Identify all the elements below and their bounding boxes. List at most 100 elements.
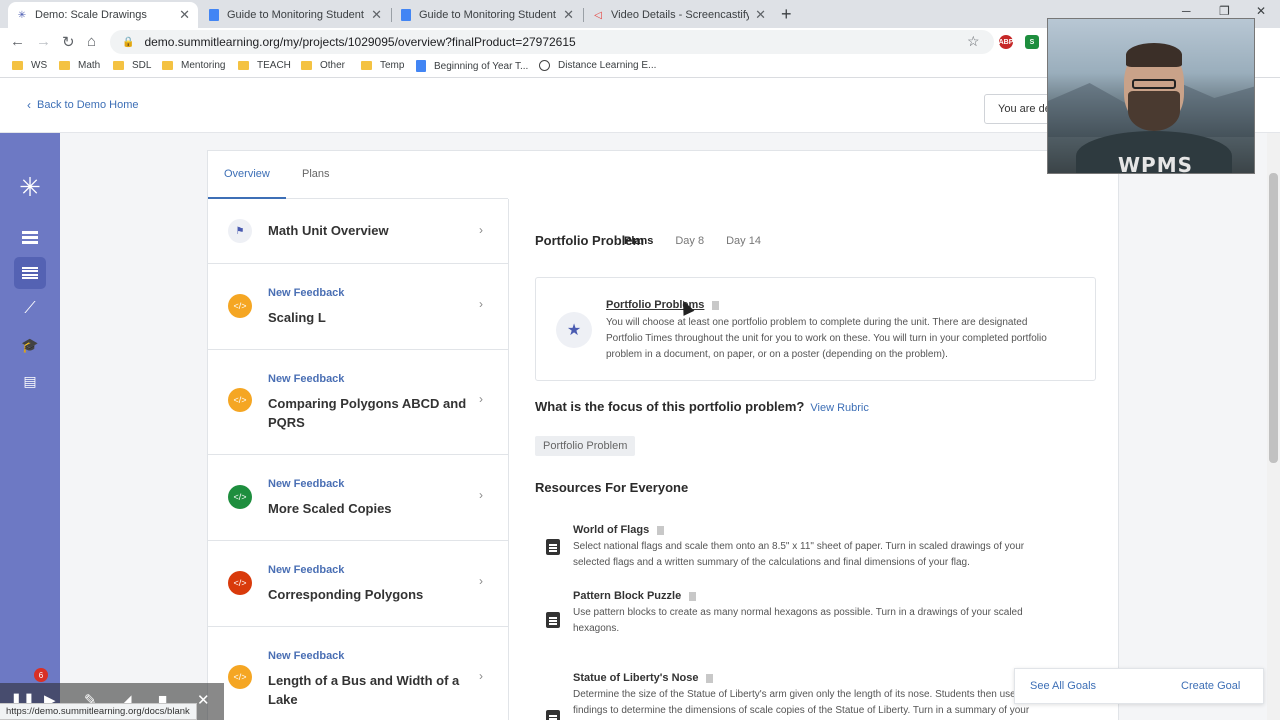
app-sidebar: ✳ ⟋ 🎓 ▤: [0, 133, 60, 720]
focus-area-chip: Portfolio Problem: [535, 436, 636, 456]
screencastify-icon: ◁: [594, 9, 602, 21]
home-icon[interactable]: ⌂: [87, 33, 96, 50]
browser-tab-3[interactable]: Guide to Monitoring Student Pro ✕: [392, 2, 582, 28]
folder-icon: [59, 61, 70, 70]
focus-heading: What is the focus of this portfolio prob…: [535, 399, 869, 414]
summit-asterisk-icon: ✳: [17, 9, 27, 21]
page-scrollbar[interactable]: [1267, 133, 1280, 720]
reload-icon[interactable]: ↻: [62, 33, 75, 51]
resources-heading: Resources For Everyone: [535, 480, 689, 495]
bookmark-math[interactable]: Math: [59, 60, 100, 71]
star-icon: ★: [556, 312, 592, 348]
close-tab-icon[interactable]: ✕: [755, 7, 766, 23]
clipboard-icon: [546, 612, 560, 628]
bookmark-star-icon[interactable]: ☆: [967, 33, 980, 50]
extension-s-icon[interactable]: S: [1025, 35, 1039, 49]
bookmark-mentoring[interactable]: Mentoring: [162, 60, 225, 71]
bookmark-teach[interactable]: TEACH: [238, 60, 291, 71]
bookmark-sdl[interactable]: SDL: [113, 60, 151, 71]
chevron-left-icon: ‹: [27, 98, 31, 112]
bookmark-distance-learning[interactable]: Distance Learning E...: [539, 60, 656, 71]
notification-badge: 6: [34, 668, 48, 682]
view-rubric-link[interactable]: View Rubric: [810, 402, 869, 414]
back-arrow-icon[interactable]: ←: [10, 33, 25, 50]
adblock-extension-icon[interactable]: ABP: [999, 35, 1013, 49]
new-feedback-badge: New Feedback: [268, 564, 345, 576]
browser-tab-4[interactable]: ◁ Video Details - Screencastify ✕: [584, 2, 774, 28]
code-icon: </>: [228, 294, 252, 318]
folder-icon: [113, 61, 124, 70]
minimize-icon[interactable]: ─: [1182, 4, 1191, 18]
portfolio-problems-link[interactable]: Portfolio Problems: [606, 299, 720, 311]
progress-trend-icon[interactable]: ⟋: [14, 293, 46, 325]
summit-logo-icon[interactable]: ✳: [14, 171, 46, 203]
restore-icon[interactable]: ❐: [1219, 4, 1230, 18]
bookmark-ws[interactable]: WS: [12, 60, 47, 71]
graduation-cap-icon[interactable]: 🎓: [14, 329, 46, 361]
close-tab-icon[interactable]: ✕: [563, 7, 574, 23]
document-icon: [712, 300, 720, 310]
folder-icon: [12, 61, 23, 70]
plan-tab-day-14[interactable]: Day 14: [726, 235, 761, 247]
chevron-right-icon: ›: [479, 574, 483, 588]
resource-link[interactable]: Statue of Liberty's Nose: [573, 672, 714, 684]
unit-list-item[interactable]: </> New Feedback Scaling L ›: [208, 264, 508, 350]
presenter-beard: [1128, 91, 1180, 131]
document-icon: [689, 591, 697, 601]
resource-link[interactable]: Pattern Block Puzzle: [573, 590, 697, 602]
back-to-demo-home-link[interactable]: ‹ Back to Demo Home: [27, 98, 138, 112]
project-card: Overview Plans ⚑ Math Unit Overview › </…: [207, 150, 1119, 720]
dashboard-icon[interactable]: [14, 221, 46, 253]
unit-list-item[interactable]: </> New Feedback Comparing Polygons ABCD…: [208, 350, 508, 455]
browser-tab-2[interactable]: Guide to Monitoring Student Pro ✕: [200, 2, 390, 28]
chevron-right-icon: ›: [479, 223, 483, 237]
library-icon[interactable]: ▤: [14, 365, 46, 397]
plan-tabs: Plans Day 8 Day 14: [624, 235, 761, 247]
tab-plans[interactable]: Plans: [302, 168, 330, 180]
code-icon: </>: [228, 571, 252, 595]
goals-bar: See All Goals Create Goal: [1014, 668, 1264, 704]
new-tab-button[interactable]: +: [781, 4, 792, 25]
presenter-hair: [1126, 43, 1182, 67]
chevron-right-icon: ›: [479, 392, 483, 406]
address-bar[interactable]: 🔒 demo.summitlearning.org/my/projects/10…: [110, 30, 994, 54]
unit-list-item[interactable]: ⚑ Math Unit Overview ›: [208, 199, 508, 264]
create-goal-link[interactable]: Create Goal: [1181, 680, 1240, 692]
flag-icon: ⚑: [228, 219, 252, 243]
new-feedback-badge: New Feedback: [268, 373, 345, 385]
projects-list-icon[interactable]: [14, 257, 46, 289]
plan-tab-day-8[interactable]: Day 8: [675, 235, 704, 247]
close-tab-icon[interactable]: ✕: [371, 7, 382, 23]
plan-tab-plans[interactable]: Plans: [624, 235, 653, 247]
project-tabs: Overview Plans: [208, 151, 508, 199]
shirt-text: WPMS: [1118, 153, 1194, 174]
unit-list-item[interactable]: </> New Feedback More Scaled Copies ›: [208, 455, 508, 541]
chevron-right-icon: ›: [479, 669, 483, 683]
url-text: demo.summitlearning.org/my/projects/1029…: [144, 35, 576, 49]
document-icon: [706, 673, 714, 683]
bookmark-other[interactable]: Other: [301, 60, 345, 71]
bookmark-temp[interactable]: Temp: [361, 60, 404, 71]
close-recorder-icon[interactable]: ✕: [197, 691, 210, 709]
close-tab-icon[interactable]: ✕: [179, 7, 190, 23]
see-all-goals-link[interactable]: See All Goals: [1030, 680, 1096, 692]
resource-link[interactable]: World of Flags: [573, 524, 665, 536]
tab-overview[interactable]: Overview: [224, 168, 270, 180]
portfolio-description: You will choose at least one portfolio p…: [606, 317, 1047, 360]
scrollbar-thumb[interactable]: [1269, 173, 1278, 463]
webcam-overlay[interactable]: WPMS: [1047, 18, 1255, 174]
code-icon: </>: [228, 485, 252, 509]
unit-list-item[interactable]: </> New Feedback Corresponding Polygons …: [208, 541, 508, 627]
new-feedback-badge: New Feedback: [268, 287, 345, 299]
window-close-icon[interactable]: ✕: [1256, 4, 1266, 18]
link-status-tooltip: https://demo.summitlearning.org/docs/bla…: [0, 703, 197, 720]
bookmark-beginning-of-year[interactable]: Beginning of Year T...: [416, 60, 528, 72]
code-icon: </>: [228, 665, 252, 689]
folder-icon: [162, 61, 173, 70]
google-docs-icon: [208, 9, 220, 21]
unit-list-item[interactable]: </> New Feedback Length of a Bus and Wid…: [208, 627, 508, 720]
chevron-right-icon: ›: [479, 488, 483, 502]
google-docs-icon: [416, 60, 426, 72]
browser-tab-1[interactable]: ✳ Demo: Scale Drawings ✕: [8, 2, 198, 28]
forward-arrow-icon[interactable]: →: [36, 33, 51, 50]
